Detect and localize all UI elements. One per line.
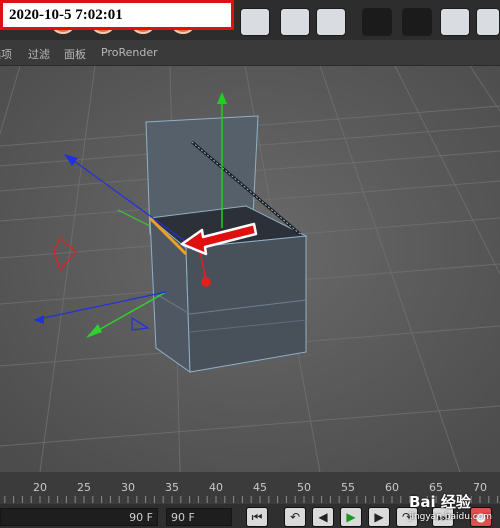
toolbar-button[interactable] xyxy=(280,8,310,36)
menu-prorender[interactable]: ProRender xyxy=(101,46,158,59)
go-to-start-button[interactable]: ⏮ xyxy=(246,507,268,527)
play-button[interactable]: ▶ xyxy=(340,507,362,527)
timestamp: 2020-10-5 7:02:01 xyxy=(9,7,123,23)
timestamp-box: 2020-10-5 7:02:01 xyxy=(0,0,234,30)
toolbar-button[interactable] xyxy=(402,8,432,36)
viewport-scene xyxy=(0,66,500,472)
tick-label: 45 xyxy=(253,481,267,494)
menu-panel[interactable]: 面板 xyxy=(64,46,86,62)
viewport-menubar: 选项 过滤 面板 ProRender xyxy=(0,41,500,66)
toolbar-button[interactable] xyxy=(240,8,270,36)
previous-frame-button[interactable]: ◀ xyxy=(312,507,334,527)
tick-label: 55 xyxy=(341,481,355,494)
3d-viewport[interactable] xyxy=(0,66,500,472)
preview-max-field[interactable]: 90 F xyxy=(166,508,232,526)
menu-options[interactable]: 选项 xyxy=(0,46,12,62)
tick-label: 60 xyxy=(385,481,399,494)
toolbar-button[interactable] xyxy=(440,8,470,36)
tick-label: 25 xyxy=(77,481,91,494)
tick-label: 30 xyxy=(121,481,135,494)
tick-label: 40 xyxy=(209,481,223,494)
tick-label: 35 xyxy=(165,481,179,494)
end-frame-field[interactable]: 90 F xyxy=(0,508,158,526)
tick-label: 50 xyxy=(297,481,311,494)
baidu-watermark: Bai 经验 jingyan.baidu.com xyxy=(408,493,492,522)
toolbar-button[interactable] xyxy=(476,8,500,36)
menu-filter[interactable]: 过滤 xyxy=(28,46,50,62)
previous-key-button[interactable]: ↶ xyxy=(284,507,306,527)
tick-label: 20 xyxy=(33,481,47,494)
toolbar-button[interactable] xyxy=(362,8,392,36)
toolbar-button[interactable] xyxy=(316,8,346,36)
next-frame-button[interactable]: ▶ xyxy=(368,507,390,527)
